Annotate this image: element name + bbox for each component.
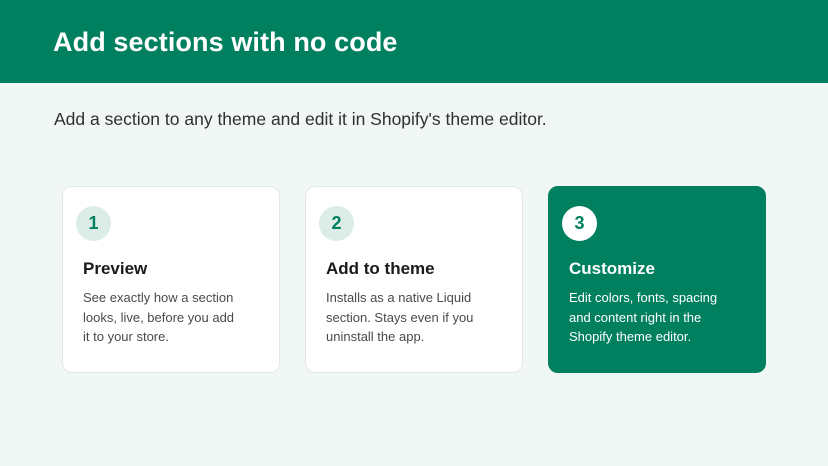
step-title: Customize (569, 259, 655, 278)
page-subtitle: Add a section to any theme and edit it i… (54, 109, 547, 129)
step-card-add-to-theme: 2 Add to theme Installs as a native Liqu… (305, 186, 523, 373)
step-description: Installs as a native Liquid section. Sta… (326, 290, 474, 344)
step-number-badge: 3 (562, 206, 597, 241)
step-description: Edit colors, fonts, spacing and content … (569, 290, 718, 344)
step-description: See exactly how a section looks, live, b… (83, 290, 235, 344)
step-number-badge: 2 (319, 206, 354, 241)
step-title: Add to theme (326, 259, 435, 278)
step-card-customize: 3 Customize Edit colors, fonts, spacing … (548, 186, 766, 373)
step-card-preview: 1 Preview See exactly how a section look… (62, 186, 280, 373)
step-number-badge: 1 (76, 206, 111, 241)
page-title: Add sections with no code (53, 27, 398, 57)
step-title: Preview (83, 259, 148, 278)
header-banner: Add sections with no code (0, 0, 828, 83)
